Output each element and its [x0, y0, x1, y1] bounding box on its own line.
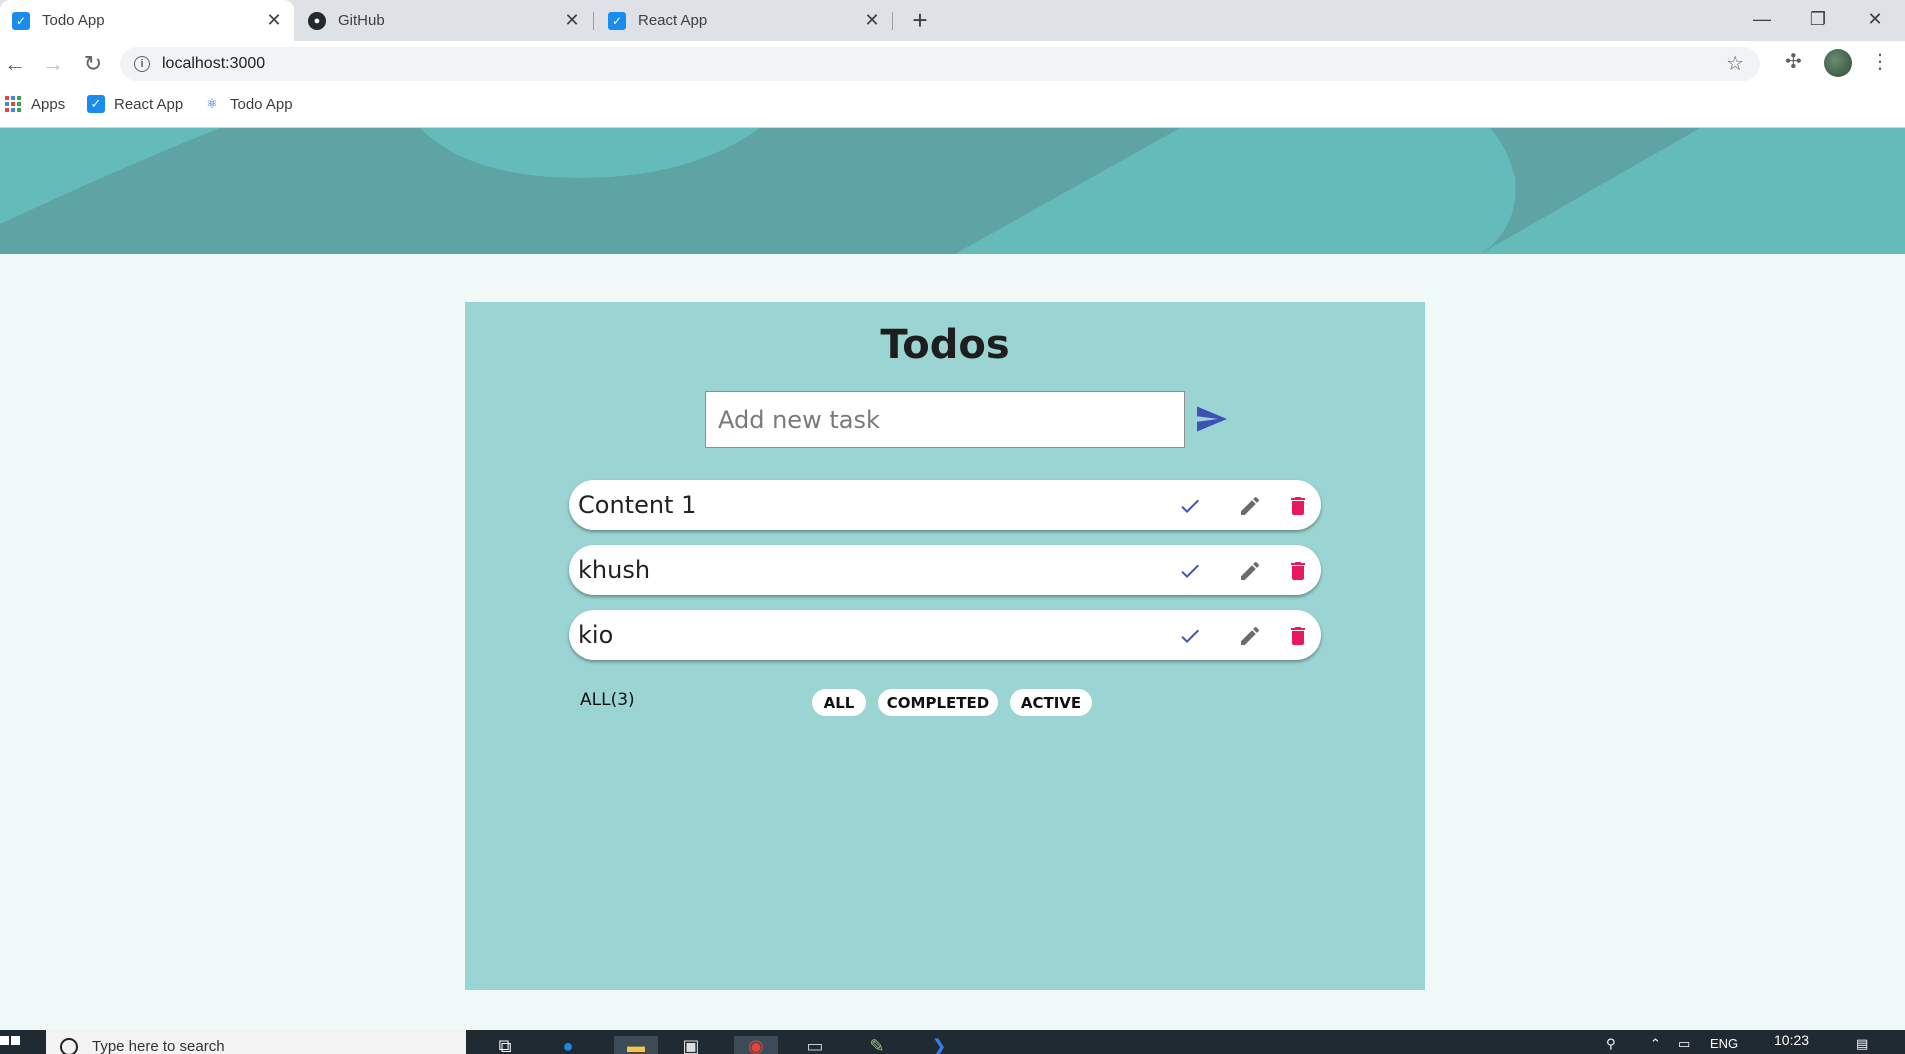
bookmark-label: Todo App: [230, 95, 293, 113]
reload-icon[interactable]: ↻: [78, 49, 108, 79]
address-bar[interactable]: i localhost:3000 ☆: [120, 47, 1760, 81]
chrome-icon[interactable]: ◉: [734, 1036, 778, 1054]
delete-trash-icon[interactable]: [1283, 621, 1313, 651]
bookmark-todo-app[interactable]: ⚛ Todo App: [203, 95, 293, 113]
vscode-icon[interactable]: ❯: [924, 1036, 954, 1054]
todo-item: khush: [569, 545, 1321, 595]
notepad-icon[interactable]: ✎: [862, 1036, 892, 1054]
github-favicon-icon: ●: [308, 11, 326, 30]
apps-grid-icon: [4, 95, 22, 113]
tab-title: React App: [638, 12, 708, 29]
todo-item: kio: [569, 610, 1321, 660]
bookmark-label: React App: [114, 95, 184, 113]
profile-avatar[interactable]: [1824, 49, 1852, 77]
complete-check-icon[interactable]: [1175, 491, 1205, 521]
tab-separator: [892, 12, 893, 30]
delete-trash-icon[interactable]: [1283, 491, 1313, 521]
windows-taskbar: Type here to search ⧉ ● ▬ ▣ ◉ ▭ ✎ ❯ ⚲ ⌃ …: [0, 1030, 1905, 1054]
search-icon: [60, 1038, 78, 1054]
tab-title: GitHub: [338, 12, 385, 29]
close-window-icon[interactable]: ✕: [1860, 4, 1890, 34]
todo-item: Content 1: [569, 480, 1321, 530]
new-tab-button[interactable]: +: [906, 5, 934, 35]
file-explorer-icon[interactable]: ▬: [614, 1036, 658, 1054]
search-placeholder: Type here to search: [92, 1038, 225, 1054]
close-tab-icon[interactable]: ✕: [264, 10, 284, 30]
language-indicator[interactable]: ENG: [1710, 1036, 1738, 1051]
terminal-icon[interactable]: ▭: [800, 1036, 830, 1054]
todo-card: Todos Content 1 khush kio: [465, 302, 1425, 990]
todo-favicon-icon: ✓: [87, 95, 105, 113]
send-icon: [1197, 406, 1227, 432]
send-button[interactable]: [1195, 404, 1229, 434]
forward-arrow-icon[interactable]: →: [38, 49, 68, 79]
todo-text: kio: [578, 621, 614, 649]
filter-completed-button[interactable]: COMPLETED: [878, 689, 998, 716]
complete-check-icon[interactable]: [1175, 621, 1205, 651]
todo-favicon-icon: ✓: [608, 11, 626, 30]
react-atom-icon: ⚛: [206, 96, 218, 111]
tray-chevron-icon[interactable]: ⌃: [1650, 1036, 1661, 1052]
todo-text: khush: [578, 556, 651, 584]
info-icon[interactable]: i: [134, 56, 150, 72]
url-text: localhost:3000: [162, 55, 266, 72]
filter-active-button[interactable]: ACTIVE: [1010, 689, 1092, 716]
tab-separator: [593, 12, 594, 30]
bookmark-star-icon[interactable]: ☆: [1726, 51, 1744, 76]
edit-pencil-icon[interactable]: [1235, 621, 1265, 651]
store-icon[interactable]: ▣: [676, 1036, 706, 1054]
restore-icon[interactable]: ❐: [1803, 4, 1833, 34]
notifications-icon[interactable]: ▤: [1856, 1036, 1868, 1052]
edit-pencil-icon[interactable]: [1235, 491, 1265, 521]
tab-react-app[interactable]: ✓ React App ✕: [596, 0, 892, 41]
filter-all-button[interactable]: ALL: [812, 689, 866, 716]
close-tab-icon[interactable]: ✕: [862, 10, 882, 30]
back-arrow-icon[interactable]: ←: [0, 49, 30, 79]
task-view-icon[interactable]: ⧉: [490, 1036, 520, 1054]
extensions-puzzle-icon[interactable]: ✣: [1785, 49, 1802, 74]
hero-wave-shapes: [0, 128, 1700, 254]
network-icon[interactable]: ▭: [1678, 1036, 1690, 1052]
bookmark-apps[interactable]: Apps: [4, 95, 65, 113]
tab-github[interactable]: ● GitHub ✕: [296, 0, 592, 41]
tab-title: Todo App: [42, 12, 105, 29]
delete-trash-icon[interactable]: [1283, 556, 1313, 586]
edit-pencil-icon[interactable]: [1235, 556, 1265, 586]
taskbar-search-box[interactable]: Type here to search: [46, 1030, 466, 1054]
bookmark-label: Apps: [31, 95, 66, 113]
edge-browser-icon[interactable]: ●: [553, 1036, 583, 1054]
taskbar-clock[interactable]: 10:23: [1774, 1032, 1809, 1048]
todo-text: Content 1: [578, 491, 697, 519]
bookmarks-bar: Apps ✓ React App ⚛ Todo App: [0, 87, 1905, 128]
todo-favicon-icon: ✓: [12, 11, 30, 30]
complete-check-icon[interactable]: [1175, 556, 1205, 586]
people-icon[interactable]: ⚲: [1606, 1036, 1616, 1052]
windows-start-icon[interactable]: [0, 1036, 22, 1054]
tab-todo-app[interactable]: ✓ Todo App ✕: [0, 0, 294, 41]
new-task-input[interactable]: [705, 391, 1185, 448]
browser-menu-icon[interactable]: ⋮: [1870, 49, 1890, 74]
page-title: Todos: [880, 322, 1010, 368]
browser-tab-strip: ✓ Todo App ✕ ● GitHub ✕ ✓ React App ✕ + …: [0, 0, 1905, 41]
todo-count-label: ALL(3): [580, 690, 635, 710]
minimize-icon[interactable]: —: [1747, 4, 1777, 34]
browser-toolbar: ← → ↻ i localhost:3000 ☆ ✣ ⋮: [0, 41, 1905, 87]
bookmark-react-app[interactable]: ✓ React App: [87, 95, 183, 113]
hero-banner: [0, 128, 1905, 254]
close-tab-icon[interactable]: ✕: [562, 10, 582, 30]
